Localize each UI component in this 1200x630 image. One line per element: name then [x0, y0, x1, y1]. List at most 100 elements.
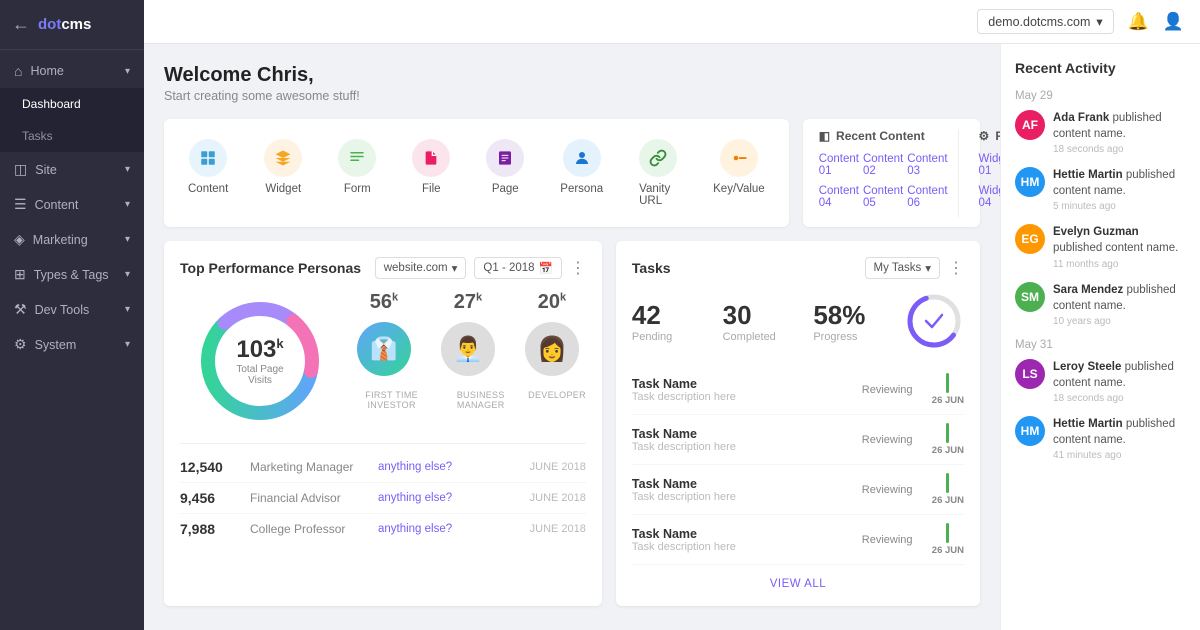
sidebar-item-site[interactable]: ◫ Site ▾ [0, 152, 144, 187]
main-area: demo.dotcms.com ▾ 🔔 👤 Welcome Chris, Sta… [144, 0, 1200, 630]
dropdown-icon: ▾ [452, 261, 458, 275]
recent-widget-item[interactable]: Widget 04 [979, 183, 1000, 211]
task-row: Task Name Task description here Reviewin… [632, 465, 964, 515]
quick-link-persona[interactable]: Persona [542, 131, 621, 215]
sidebar-item-home[interactable]: ⌂ Home ▾ [0, 54, 144, 88]
quick-link-file[interactable]: File [394, 131, 468, 215]
kv-ql-icon [720, 139, 758, 177]
recent-content-panel: ◧ Recent Content Content 01 Content 02 C… [819, 129, 948, 217]
activity-item: EG Evelyn Guzman published content name.… [1015, 224, 1186, 269]
task-status: Reviewing [862, 484, 932, 496]
activity-time: 18 seconds ago [1053, 144, 1186, 155]
dropdown-icon: ▾ [925, 261, 931, 275]
form-ql-icon [338, 139, 376, 177]
task-info: Task Name Task description here [632, 427, 862, 453]
chevron-icon: ▾ [125, 164, 130, 175]
more-icon[interactable]: ⋮ [570, 258, 586, 278]
task-date-text: 26 JUN [932, 495, 964, 506]
page-ql-label: Page [492, 183, 519, 195]
quick-link-vanity[interactable]: Vanity URL [621, 131, 695, 215]
pl-num: 9,456 [180, 490, 250, 506]
persona-ql-label: Persona [560, 183, 603, 195]
recent-widgets-grid: Widget 01 Widget 02 Widget 03 Widget 04 … [979, 151, 1000, 211]
recent-content-title: ◧ Recent Content [819, 129, 948, 143]
sidebar-item-content[interactable]: ☰ Content ▾ [0, 187, 144, 222]
pl-link[interactable]: anything else? [378, 523, 506, 535]
view-all-button[interactable]: VIEW ALL [770, 578, 826, 590]
pl-date: JUNE 2018 [506, 492, 586, 504]
recent-content-item[interactable]: Content 06 [907, 183, 947, 211]
recent-widgets-title: ⚙ Recent Widgets [979, 129, 1000, 143]
sidebar-item-types-tags[interactable]: ⊞ Types & Tags ▾ [0, 257, 144, 292]
recent-content-item[interactable]: Content 03 [907, 151, 947, 179]
persona-avatars: 👔 👨‍💼 👩 [350, 322, 586, 376]
quick-link-form[interactable]: Form [320, 131, 394, 215]
content-icon: ☰ [14, 196, 27, 213]
activity-item: HM Hettie Martin published content name.… [1015, 416, 1186, 461]
task-status: Reviewing [862, 384, 932, 396]
task-pending-label: Pending [632, 331, 723, 343]
donut-sub: Total Page Visits [225, 364, 295, 386]
persona-name-first: First Time Investor [350, 390, 433, 410]
quick-link-content[interactable]: Content [170, 131, 246, 215]
task-name: Task Name [632, 427, 862, 441]
sidebar-item-system[interactable]: ⚙ System ▾ [0, 327, 144, 362]
domain-selector[interactable]: demo.dotcms.com ▾ [977, 9, 1113, 34]
recent-panels: ◧ Recent Content Content 01 Content 02 C… [803, 119, 980, 227]
recent-content-item[interactable]: Content 02 [863, 151, 903, 179]
file-ql-label: File [422, 183, 441, 195]
recent-widgets-panel: ⚙ Recent Widgets Widget 01 Widget 02 Wid… [958, 129, 1000, 217]
personas-selector[interactable]: website.com ▾ [375, 257, 467, 279]
sidebar-item-dashboard[interactable]: Dashboard [0, 88, 144, 120]
quick-link-page[interactable]: Page [468, 131, 542, 215]
pl-role: Marketing Manager [250, 460, 378, 474]
chevron-icon: ▾ [125, 234, 130, 245]
logo: dotcms [38, 16, 91, 33]
recent-content-item[interactable]: Content 04 [819, 183, 859, 211]
recent-activity-title: Recent Activity [1015, 60, 1186, 76]
vanity-ql-icon [639, 139, 677, 177]
activity-time: 41 minutes ago [1053, 450, 1186, 461]
persona-avatar-dev: 👩 [525, 322, 579, 376]
quick-link-keyvalue[interactable]: Key/Value [695, 131, 783, 215]
task-desc: Task description here [632, 541, 862, 553]
user-icon[interactable]: 👤 [1163, 12, 1184, 32]
recent-content-item[interactable]: Content 01 [819, 151, 859, 179]
back-icon[interactable]: ← [12, 14, 30, 35]
task-date-badge: 26 JUN [932, 373, 964, 406]
personas-card-header: Top Performance Personas website.com ▾ Q… [180, 257, 586, 279]
sidebar-item-devtools[interactable]: ⚒ Dev Tools ▾ [0, 292, 144, 327]
nav-label: Marketing [33, 233, 88, 247]
quick-link-widget[interactable]: Widget [246, 131, 320, 215]
task-row: Task Name Task description here Reviewin… [632, 415, 964, 465]
persona-list: 12,540 Marketing Manager anything else? … [180, 443, 586, 544]
persona-ql-icon [563, 139, 601, 177]
notification-icon[interactable]: 🔔 [1128, 12, 1149, 32]
recent-content-item[interactable]: Content 05 [863, 183, 903, 211]
tasks-card-header: Tasks My Tasks ▾ ⋮ [632, 257, 964, 279]
pl-link[interactable]: anything else? [378, 461, 506, 473]
system-icon: ⚙ [14, 336, 27, 353]
sidebar-item-tasks[interactable]: Tasks [0, 120, 144, 152]
tasks-more-icon[interactable]: ⋮ [948, 258, 964, 278]
personas-date-range[interactable]: Q1 - 2018 📅 [474, 257, 561, 279]
recent-widget-item[interactable]: Widget 01 [979, 151, 1000, 179]
page-subtitle: Start creating some awesome stuff! [164, 89, 980, 103]
persona-names: First Time Investor Business Manager Dev… [350, 386, 586, 410]
persona-name-dev: Developer [528, 390, 586, 410]
task-status: Reviewing [862, 534, 932, 546]
pl-link[interactable]: anything else? [378, 492, 506, 504]
sidebar-item-marketing[interactable]: ◈ Marketing ▾ [0, 222, 144, 257]
pl-num: 7,988 [180, 521, 250, 537]
tasks-selector[interactable]: My Tasks ▾ [865, 257, 941, 279]
task-desc: Task description here [632, 491, 862, 503]
task-date-badge: 26 JUN [932, 523, 964, 556]
nav-label: Tasks [22, 129, 53, 143]
personas-body: 103k Total Page Visits 56k [180, 291, 586, 431]
chevron-icon: ▾ [125, 66, 130, 77]
file-ql-icon [412, 139, 450, 177]
content-area: Welcome Chris, Start creating some aweso… [144, 44, 1200, 630]
task-date-bar [946, 423, 949, 443]
activity-content: Sara Mendez published content name. 10 y… [1053, 282, 1186, 327]
activity-avatar: HM [1015, 167, 1045, 197]
